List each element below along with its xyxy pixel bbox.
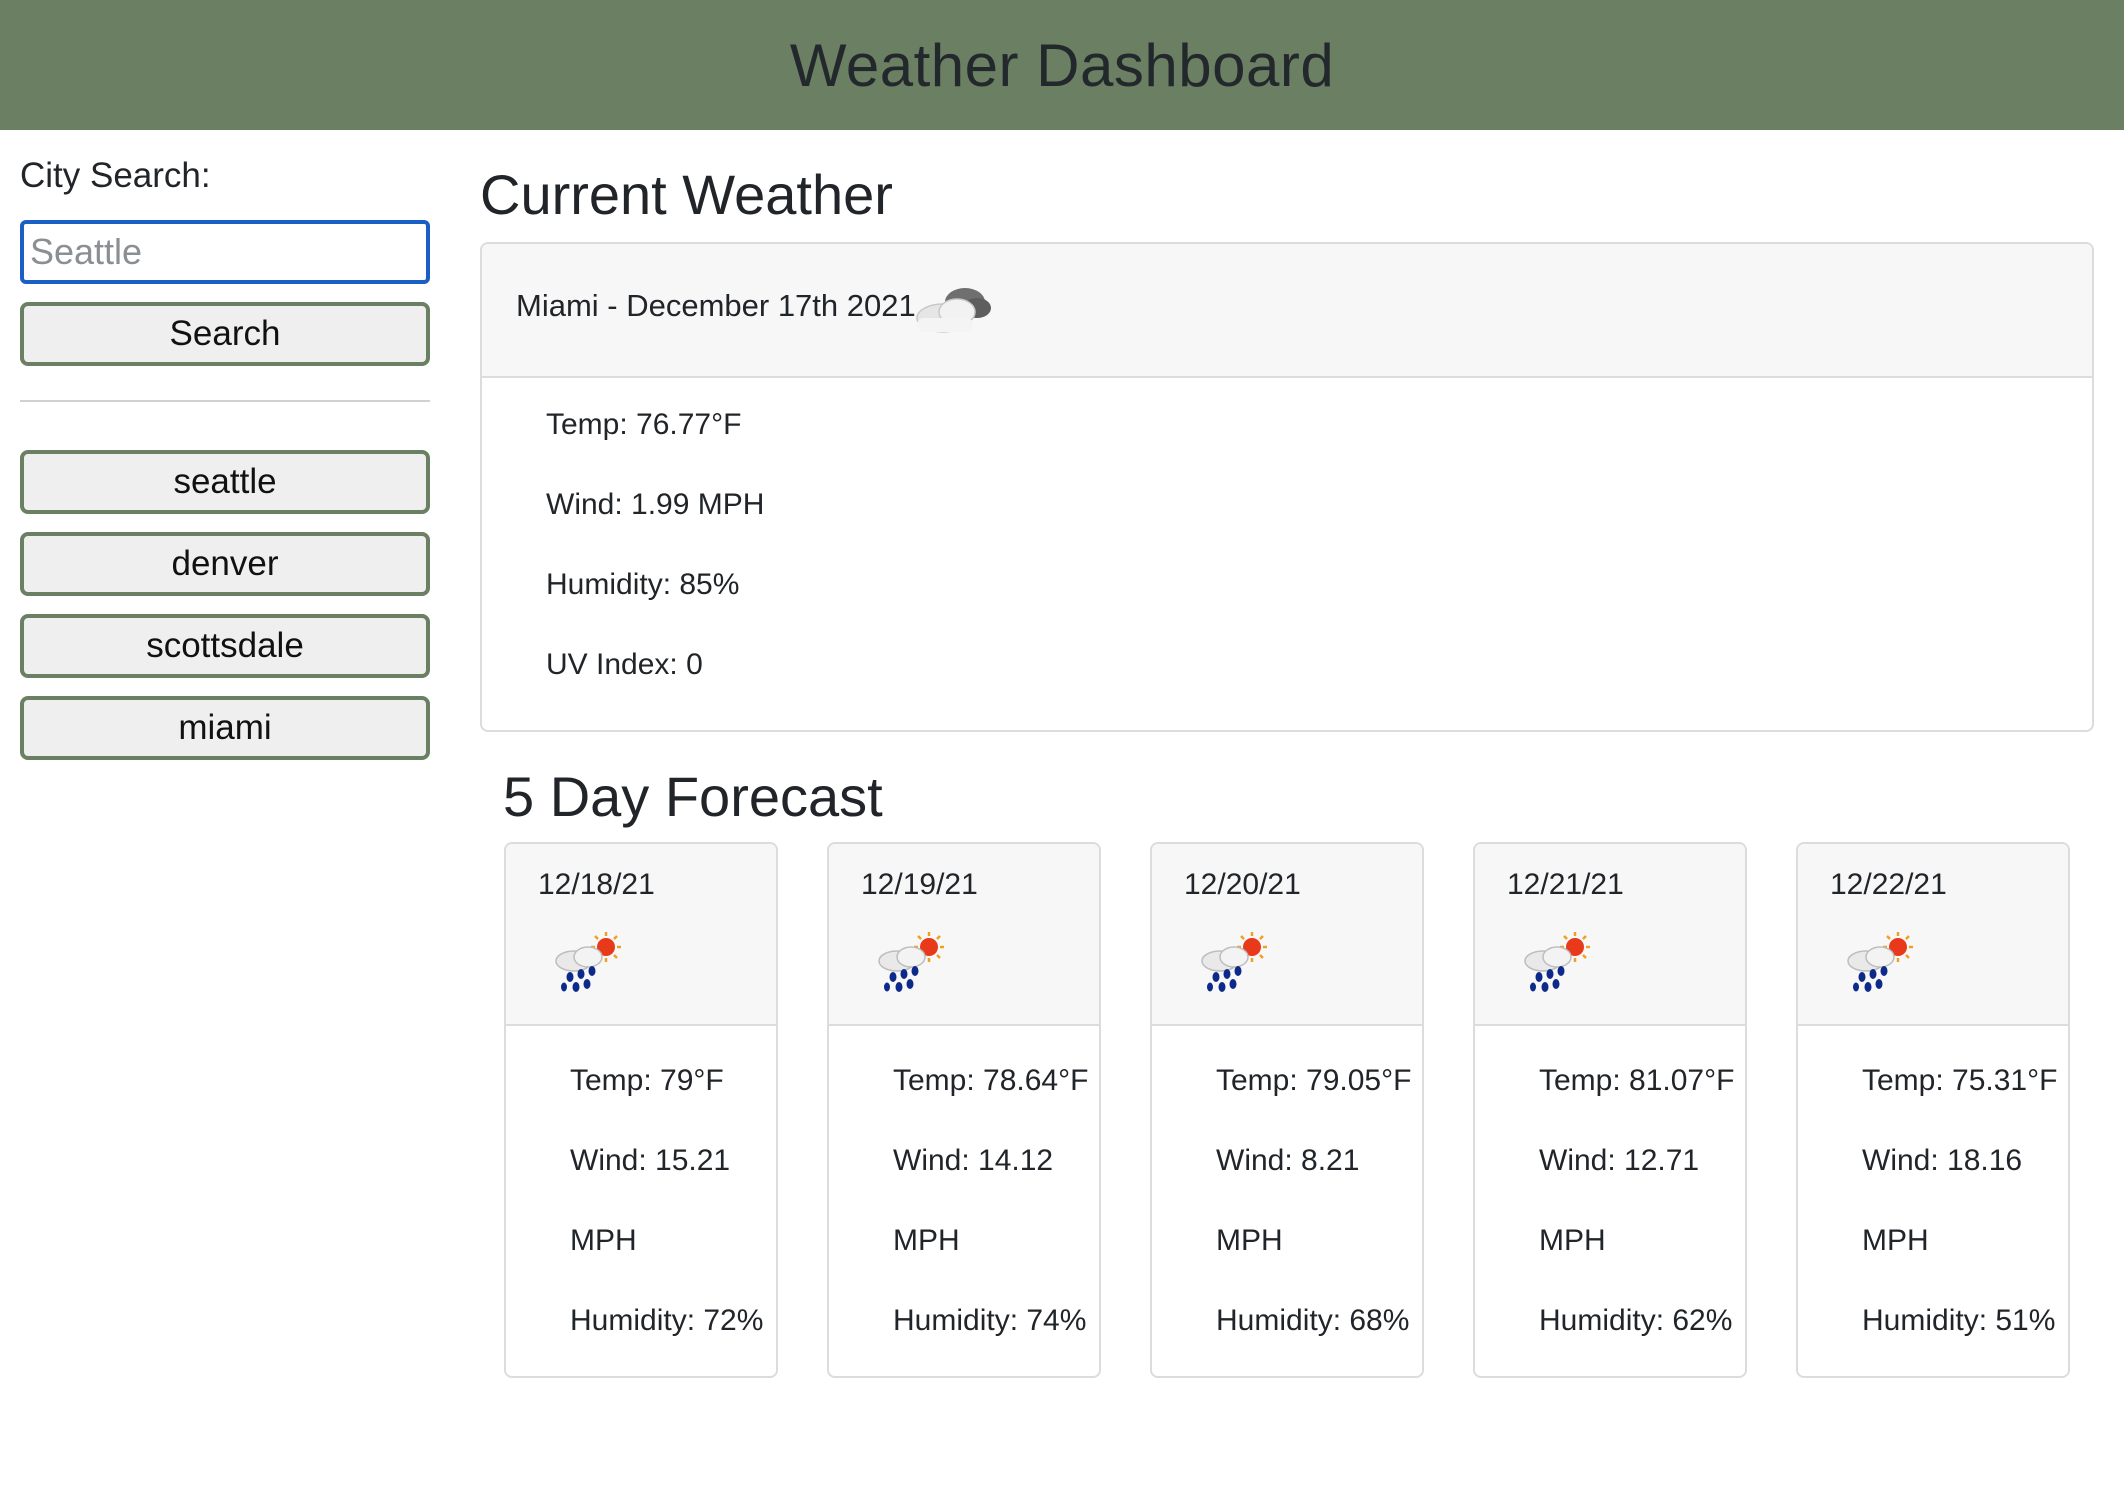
current-weather-header: Miami - December 17th 2021 (482, 244, 2092, 378)
current-wind: Wind: 1.99 MPH (546, 488, 765, 521)
rain-sun-icon (878, 932, 944, 992)
forecast-humidity: Humidity: 68% (1216, 1304, 1410, 1337)
forecast-temp: Temp: 75.31°F (1862, 1064, 2058, 1097)
forecast-date: 12/22/21 (1830, 868, 1947, 901)
forecast-card-header: 12/18/21 (506, 844, 776, 1026)
page-title: Weather Dashboard (789, 31, 1335, 99)
forecast-date: 12/21/21 (1507, 868, 1624, 901)
forecast-title: 5 Day Forecast (503, 765, 883, 828)
forecast-card: 12/20/21 Temp: 79.05°F Wind: 8.21 MPH Humid… (1150, 842, 1424, 1378)
cloudy-icon (916, 288, 991, 333)
rain-sun-icon (555, 932, 621, 992)
app-header: Weather Dashboard (0, 0, 2124, 130)
forecast-wind: Wind: 15.21 (570, 1144, 731, 1177)
current-weather-card: Miami - December 17th 2021 Temp: 76.77°F… (480, 242, 2094, 732)
forecast-card-header: 12/21/21 (1475, 844, 1745, 1026)
rain-sun-icon (1201, 932, 1267, 992)
forecast-wind: Wind: 14.12 (893, 1144, 1054, 1177)
history-button-denver[interactable]: denver (20, 532, 430, 596)
forecast-card: 12/21/21 Temp: 81.07°F Wind: 12.71 MPH Humi… (1473, 842, 1747, 1378)
forecast-wind-unit: MPH (893, 1224, 960, 1257)
forecast-wind: Wind: 18.16 (1862, 1144, 2023, 1177)
city-search-input[interactable] (20, 220, 430, 284)
forecast-temp: Temp: 81.07°F (1539, 1064, 1735, 1097)
city-search-label: City Search: (20, 156, 211, 195)
forecast-wind-unit: MPH (570, 1224, 637, 1257)
forecast-temp: Temp: 79.05°F (1216, 1064, 1412, 1097)
forecast-humidity: Humidity: 51% (1862, 1304, 2056, 1337)
forecast-humidity: Humidity: 62% (1539, 1304, 1733, 1337)
current-weather-title: Current Weather (480, 163, 893, 226)
forecast-date: 12/19/21 (861, 868, 978, 901)
forecast-card-header: 12/19/21 (829, 844, 1099, 1026)
forecast-wind-unit: MPH (1216, 1224, 1283, 1257)
forecast-card: 12/18/21 Temp: 79°F Wind: 15.21 MPH Humidit… (504, 842, 778, 1378)
history-button-scottsdale[interactable]: scottsdale (20, 614, 430, 678)
forecast-wind: Wind: 12.71 (1539, 1144, 1700, 1177)
forecast-humidity: Humidity: 72% (570, 1304, 764, 1337)
sidebar-divider (20, 400, 430, 402)
history-button-seattle[interactable]: seattle (20, 450, 430, 514)
forecast-wind-unit: MPH (1862, 1224, 1929, 1257)
current-uv-index: UV Index: 0 (546, 648, 703, 681)
forecast-date: 12/18/21 (538, 868, 655, 901)
forecast-wind-unit: MPH (1539, 1224, 1606, 1257)
forecast-card-header: 12/22/21 (1798, 844, 2068, 1026)
forecast-temp: Temp: 79°F (570, 1064, 724, 1097)
forecast-card: 12/22/21 Temp: 75.31°F Wind: 18.16 MPH Humi… (1796, 842, 2070, 1378)
forecast-temp: Temp: 78.64°F (893, 1064, 1089, 1097)
current-humidity: Humidity: 85% (546, 568, 740, 601)
search-button[interactable]: Search (20, 302, 430, 366)
forecast-card-header: 12/20/21 (1152, 844, 1422, 1026)
forecast-wind: Wind: 8.21 (1216, 1144, 1360, 1177)
rain-sun-icon (1847, 932, 1913, 992)
current-temp: Temp: 76.77°F (546, 408, 742, 441)
forecast-humidity: Humidity: 74% (893, 1304, 1087, 1337)
forecast-date: 12/20/21 (1184, 868, 1301, 901)
forecast-card: 12/19/21 Temp: 78.64°F Wind: 14.12 MPH Humi… (827, 842, 1101, 1378)
current-city-date: Miami - December 17th 2021 (516, 288, 916, 323)
rain-sun-icon (1524, 932, 1590, 992)
history-button-miami[interactable]: miami (20, 696, 430, 760)
